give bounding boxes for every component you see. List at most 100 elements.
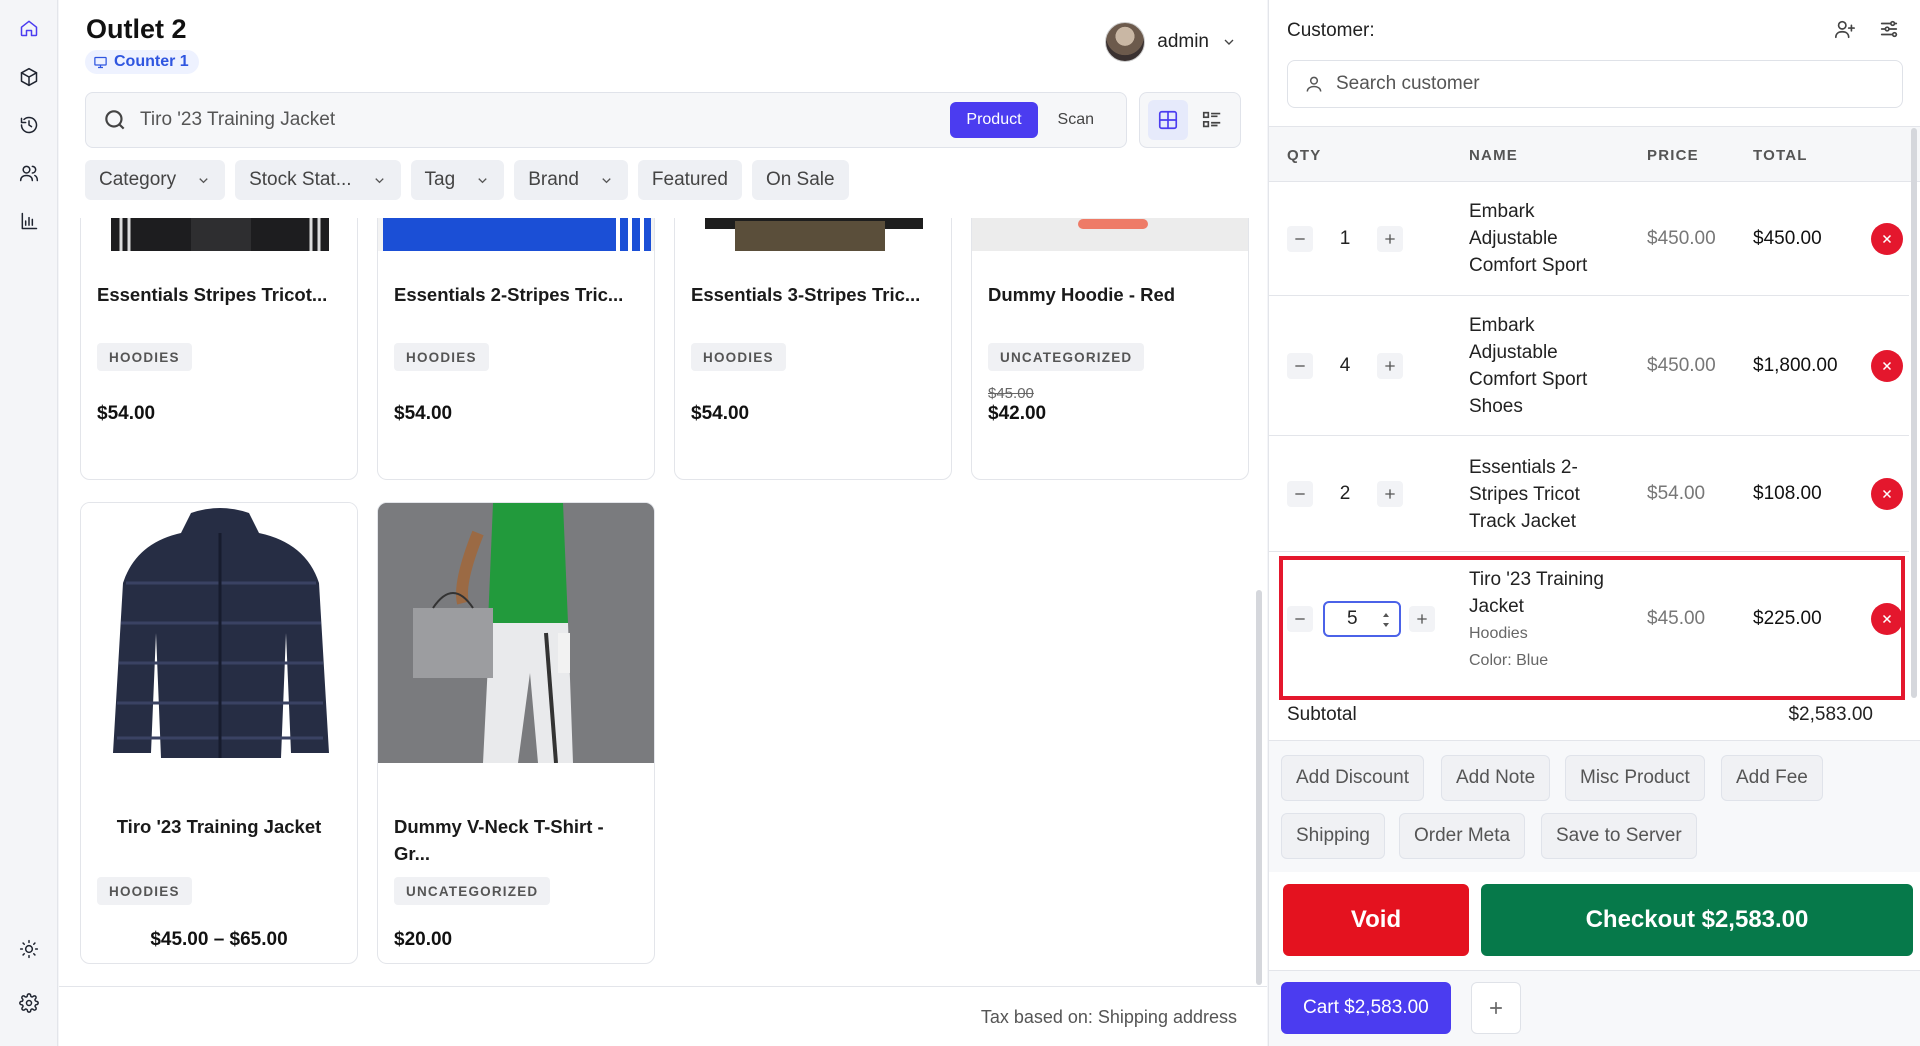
home-icon[interactable] <box>14 13 44 43</box>
plus-icon <box>1385 489 1395 499</box>
user-menu[interactable]: admin <box>1105 22 1237 62</box>
item-total: $450.00 <box>1753 228 1822 249</box>
product-tag: HOODIES <box>394 343 489 371</box>
product-price: $45.00 – $65.00 <box>150 929 288 950</box>
selected-item-highlight <box>1279 556 1905 700</box>
column-price: PRICE <box>1647 147 1699 164</box>
plus-icon <box>1385 234 1395 244</box>
column-total: TOTAL <box>1753 147 1808 164</box>
column-name: NAME <box>1469 147 1518 164</box>
product-price: $54.00 <box>97 403 156 424</box>
filter-featured[interactable]: Featured <box>637 160 742 200</box>
add-cart-button[interactable] <box>1471 982 1521 1034</box>
filter-stock-status[interactable]: Stock Stat... <box>235 160 401 200</box>
checkout-button[interactable]: Checkout $2,583.00 <box>1481 884 1913 956</box>
monitor-icon <box>94 56 107 68</box>
item-total: $1,800.00 <box>1753 355 1838 376</box>
qty-decrease-button[interactable] <box>1287 226 1313 252</box>
qty-increase-button[interactable] <box>1377 353 1403 379</box>
theme-icon[interactable] <box>14 934 44 964</box>
product-card[interactable]: Essentials 3-Stripes Tric... HOODIES $54… <box>674 218 952 480</box>
product-image <box>378 503 654 764</box>
qty-decrease-button[interactable] <box>1287 353 1313 379</box>
product-search-input[interactable] <box>140 109 920 131</box>
cart-item: 1 Embark Adjustable Comfort Sport $450.0… <box>1269 182 1909 296</box>
product-search: Product Scan <box>85 92 1127 148</box>
column-qty: QTY <box>1287 147 1322 164</box>
remove-item-button[interactable] <box>1871 350 1903 382</box>
add-note-button[interactable]: Add Note <box>1441 755 1551 801</box>
sliders-icon[interactable] <box>1878 18 1900 40</box>
qty-value: 2 <box>1339 483 1351 504</box>
product-card[interactable]: Essentials Stripes Tricot... HOODIES $54… <box>80 218 358 480</box>
qty-decrease-button[interactable] <box>1287 481 1313 507</box>
qty-increase-button[interactable] <box>1377 226 1403 252</box>
chevron-down-icon <box>374 177 384 183</box>
customers-icon[interactable] <box>14 158 44 188</box>
mode-scan-button[interactable]: Scan <box>1042 102 1110 138</box>
outlet-title: Outlet 2 <box>86 14 187 44</box>
add-fee-button[interactable]: Add Fee <box>1721 755 1823 801</box>
counter-label: Counter 1 <box>114 53 189 70</box>
list-icon <box>1202 111 1221 128</box>
product-name: Tiro '23 Training Jacket <box>116 816 322 837</box>
mode-product-button[interactable]: Product <box>950 102 1038 138</box>
user-name: admin <box>1157 31 1209 52</box>
save-to-server-button[interactable]: Save to Server <box>1541 813 1697 859</box>
customer-search-input[interactable] <box>1336 73 1876 95</box>
minus-icon <box>1295 365 1305 367</box>
reports-icon[interactable] <box>14 206 44 236</box>
subtotal-value: $2,583.00 <box>1788 704 1873 725</box>
filter-on-sale[interactable]: On Sale <box>751 160 849 200</box>
product-image <box>81 503 357 763</box>
product-card[interactable]: Tiro '23 Training Jacket HOODIES $45.00 … <box>80 502 358 964</box>
filter-brand[interactable]: Brand <box>514 160 628 200</box>
filter-bar: Category Stock Stat... Tag Brand Feature… <box>85 160 849 200</box>
add-discount-button[interactable]: Add Discount <box>1281 755 1425 801</box>
void-button[interactable]: Void <box>1283 884 1469 956</box>
cart-tab[interactable]: Cart $2,583.00 <box>1281 982 1451 1034</box>
main-footer: Tax based on: Shipping address <box>59 986 1267 1046</box>
chevron-down-icon <box>1224 39 1234 45</box>
product-price: $42.00 <box>988 403 1047 424</box>
counter-badge[interactable]: Counter 1 <box>85 50 199 74</box>
close-icon <box>1882 234 1892 244</box>
settings-icon[interactable] <box>14 988 44 1018</box>
chevron-down-icon <box>602 177 611 183</box>
customer-search <box>1287 60 1903 108</box>
subtotal-label: Subtotal <box>1287 704 1357 725</box>
list-view-button[interactable] <box>1192 100 1232 140</box>
product-image <box>378 218 654 251</box>
plus-icon <box>1490 1002 1502 1014</box>
subtotal-row: Subtotal $2,583.00 <box>1287 704 1903 726</box>
history-icon[interactable] <box>14 110 44 140</box>
qty-increase-button[interactable] <box>1377 481 1403 507</box>
product-card[interactable]: Dummy V-Neck T-Shirt - Gr... UNCATEGORIZ… <box>377 502 655 964</box>
search-icon <box>102 107 128 133</box>
product-tag: HOODIES <box>97 877 192 905</box>
minus-icon <box>1295 493 1305 495</box>
remove-item-button[interactable] <box>1871 223 1903 255</box>
item-name: Embark Adjustable Comfort Sport <box>1469 201 1588 276</box>
remove-item-button[interactable] <box>1871 478 1903 510</box>
grid-icon <box>1158 110 1178 130</box>
product-panel: Outlet 2 Counter 1 admin Product Scan Ca… <box>59 0 1267 1046</box>
product-card[interactable]: Dummy Hoodie - Red UNCATEGORIZED $45.00 … <box>971 218 1249 480</box>
close-icon <box>1882 489 1892 499</box>
grid-view-button[interactable] <box>1148 100 1188 140</box>
product-scrollbar[interactable] <box>1256 590 1262 985</box>
filter-tag[interactable]: Tag <box>410 160 505 200</box>
product-tag: HOODIES <box>97 343 192 371</box>
product-card[interactable]: Essentials 2-Stripes Tric... HOODIES $54… <box>377 218 655 480</box>
products-icon[interactable] <box>14 62 44 92</box>
cart-item: 4 Embark Adjustable Comfort Sport Shoes … <box>1269 296 1909 436</box>
order-meta-button[interactable]: Order Meta <box>1399 813 1526 859</box>
filter-category[interactable]: Category <box>85 160 226 200</box>
cart-panel: Customer: QTY NAME PRICE TOTAL 1 Embark … <box>1268 0 1920 1046</box>
item-price: $54.00 <box>1647 483 1706 504</box>
misc-product-button[interactable]: Misc Product <box>1565 755 1705 801</box>
cart-scrollbar[interactable] <box>1911 128 1917 698</box>
add-customer-icon[interactable] <box>1834 18 1856 40</box>
product-name: Essentials 3-Stripes Tric... <box>691 284 921 305</box>
shipping-button[interactable]: Shipping <box>1281 813 1385 859</box>
